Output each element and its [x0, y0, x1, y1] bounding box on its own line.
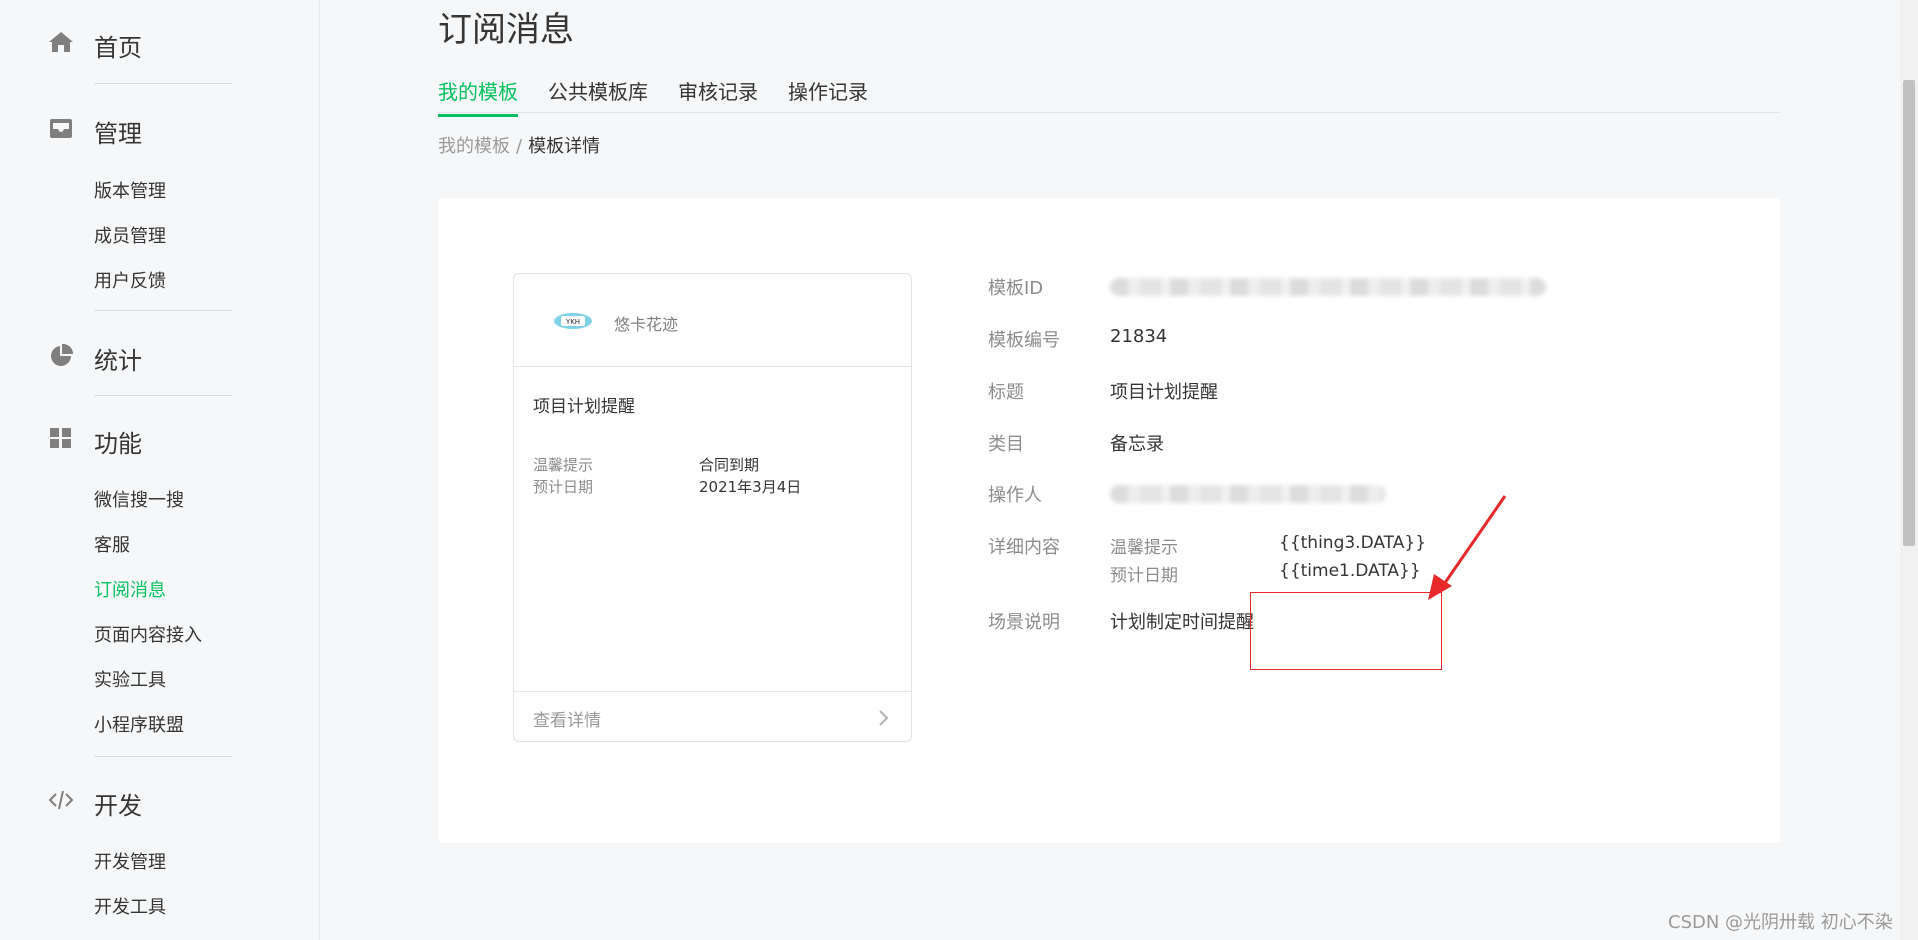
- sidebar-divider: [94, 83, 232, 84]
- tab-review-records[interactable]: 审核记录: [678, 76, 758, 105]
- preview-field-value: 合同到期: [699, 456, 760, 474]
- preview-field-key: 预计日期: [533, 478, 594, 496]
- tab-label: 我的模板: [438, 80, 518, 104]
- scrollbar-thumb[interactable]: [1903, 80, 1915, 546]
- sidebar-item-mini-program-alliance[interactable]: 小程序联盟: [94, 711, 184, 737]
- breadcrumb-separator: /: [516, 136, 523, 157]
- tab-operation-records[interactable]: 操作记录: [788, 76, 868, 105]
- operator-label: 操作人: [988, 485, 1042, 506]
- preview-field-key: 温馨提示: [533, 456, 594, 474]
- chevron-right-icon: [879, 710, 889, 726]
- content-value: {{time1.DATA}}: [1279, 561, 1421, 581]
- sidebar-divider: [94, 310, 232, 311]
- code-icon: [48, 790, 74, 810]
- category-value: 备忘录: [1110, 434, 1164, 455]
- template-id-label: 模板ID: [988, 278, 1044, 299]
- template-detail-card: YKH 悠卡花迹 项目计划提醒 温馨提示 合同到期 预计日期 2021年3月4日…: [438, 198, 1780, 843]
- app-logo-icon: YKH: [554, 313, 592, 329]
- inbox-icon: [50, 119, 72, 138]
- breadcrumb-parent-link[interactable]: 我的模板: [438, 136, 510, 157]
- sidebar-item-features[interactable]: 功能: [94, 424, 142, 459]
- sidebar-item-feedback[interactable]: 用户反馈: [94, 267, 166, 293]
- sidebar-item-subscribe-message[interactable]: 订阅消息: [94, 576, 166, 602]
- page-title: 订阅消息: [438, 10, 574, 50]
- sidebar-item-home[interactable]: 首页: [94, 28, 142, 63]
- preview-app-name: 悠卡花迹: [614, 315, 679, 334]
- sidebar-item-stats[interactable]: 统计: [94, 341, 142, 376]
- sidebar-divider: [94, 395, 232, 396]
- preview-header: YKH 悠卡花迹: [514, 274, 911, 367]
- svg-text:YKH: YKH: [565, 318, 580, 326]
- sidebar-item-wechat-search[interactable]: 微信搜一搜: [94, 486, 184, 512]
- template-no-value: 21834: [1110, 326, 1168, 347]
- tab-my-templates[interactable]: 我的模板: [438, 76, 518, 117]
- sidebar: 首页 管理 版本管理 成员管理 用户反馈 统计 功能 微信搜一搜 客服 订阅消息…: [0, 0, 320, 940]
- vertical-scrollbar[interactable]: [1900, 0, 1918, 940]
- sidebar-item-dev-manage[interactable]: 开发管理: [94, 848, 166, 874]
- content-key: 预计日期: [1110, 566, 1178, 586]
- scene-value: 计划制定时间提醒: [1110, 612, 1254, 633]
- sidebar-item-manage[interactable]: 管理: [94, 114, 142, 149]
- category-label: 类目: [988, 434, 1024, 455]
- sidebar-item-version[interactable]: 版本管理: [94, 177, 166, 203]
- preview-field-value: 2021年3月4日: [699, 478, 802, 496]
- breadcrumb-current: 模板详情: [528, 136, 601, 157]
- sidebar-item-members[interactable]: 成员管理: [94, 222, 166, 248]
- content-label: 详细内容: [988, 537, 1060, 558]
- operator-redacted: [1110, 485, 1386, 503]
- sidebar-item-customer-service[interactable]: 客服: [94, 531, 130, 557]
- title-value: 项目计划提醒: [1110, 382, 1218, 403]
- pie-chart-icon: [51, 344, 74, 366]
- tab-bar: 我的模板 公共模板库 审核记录 操作记录: [438, 74, 1780, 117]
- content-key: 温馨提示: [1110, 538, 1178, 558]
- tab-public-library[interactable]: 公共模板库: [548, 76, 648, 105]
- message-preview: YKH 悠卡花迹 项目计划提醒 温馨提示 合同到期 预计日期 2021年3月4日…: [513, 273, 912, 742]
- annotation-arrow-icon: [1428, 495, 1507, 600]
- breadcrumb: 我的模板 / 模板详情: [438, 132, 600, 158]
- preview-title: 项目计划提醒: [533, 397, 635, 417]
- template-no-label: 模板编号: [988, 330, 1060, 351]
- grid-icon: [50, 428, 71, 448]
- sidebar-divider: [94, 756, 232, 757]
- sidebar-item-develop[interactable]: 开发: [94, 786, 142, 821]
- main-content: 订阅消息 我的模板 公共模板库 审核记录 操作记录 我的模板 / 模板详情 YKH …: [320, 0, 1918, 940]
- watermark: CSDN @光阴卅载 初心不染: [1668, 912, 1893, 933]
- highlight-box: [1250, 592, 1442, 670]
- sidebar-item-page-content[interactable]: 页面内容接入: [94, 621, 202, 647]
- home-icon: [49, 32, 73, 52]
- tab-active-indicator: [438, 114, 518, 117]
- view-details-link[interactable]: 查看详情: [514, 691, 911, 742]
- scene-label: 场景说明: [988, 612, 1060, 633]
- view-details-label: 查看详情: [533, 711, 601, 731]
- content-value: {{thing3.DATA}}: [1279, 533, 1427, 553]
- sidebar-item-dev-tools[interactable]: 开发工具: [94, 893, 166, 919]
- sidebar-item-experiment-tools[interactable]: 实验工具: [94, 666, 166, 692]
- title-label: 标题: [988, 382, 1024, 403]
- template-id-redacted: [1110, 278, 1546, 296]
